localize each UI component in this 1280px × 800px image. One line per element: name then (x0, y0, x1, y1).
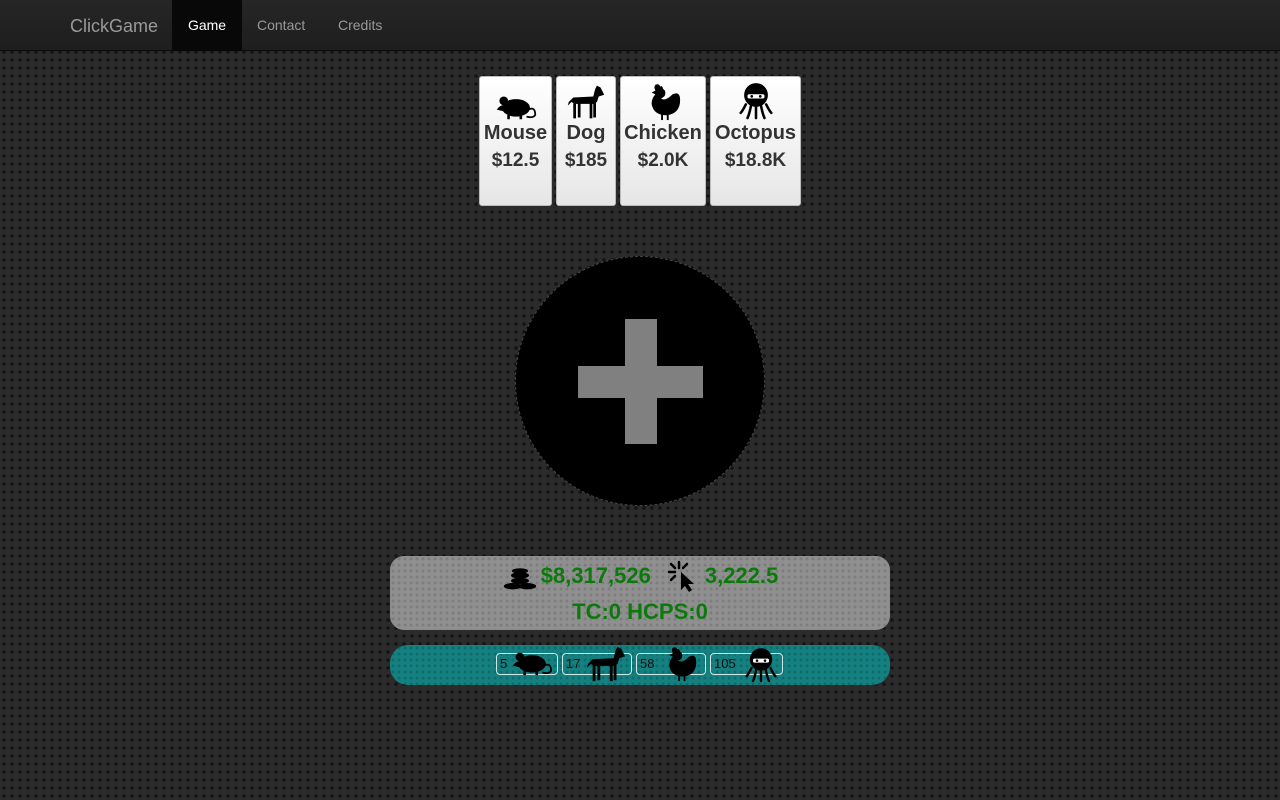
owned-dog: 17 (562, 653, 632, 675)
shop-item-price: $2.0K (637, 150, 689, 171)
nav-game[interactable]: Game (172, 0, 242, 51)
shop-item-price: $18.8K (724, 150, 787, 171)
shop-item-octopus[interactable]: Octopus $18.8K (710, 76, 801, 206)
brand-link[interactable]: ClickGame (70, 16, 158, 37)
click-cursor-icon (667, 560, 699, 592)
owned-count: 58 (640, 656, 655, 671)
owned-chicken: 58 (636, 653, 706, 675)
owned-count: 17 (566, 656, 581, 671)
shop-item-name: Octopus (714, 122, 797, 144)
shop-item-price: $12.5 (491, 150, 540, 171)
tc-hcps-text: TC:0 HCPS:0 (572, 599, 708, 624)
money-value: $8,317,526 (540, 563, 651, 588)
mouse-icon (480, 77, 551, 121)
nav-contact[interactable]: Contact (242, 0, 320, 51)
per-click-value: 3,222.5 (704, 563, 779, 588)
nav-credits[interactable]: Credits (323, 0, 397, 51)
owned-animals-bar: 5 17 58 105 (390, 645, 890, 685)
dog-icon (585, 644, 627, 684)
click-button[interactable] (515, 256, 765, 506)
shop-item-mouse[interactable]: Mouse $12.5 (479, 76, 552, 206)
shop-item-name: Chicken (624, 122, 702, 144)
navbar: ClickGame Game Contact Credits (0, 0, 1280, 51)
shop-item-dog[interactable]: Dog $185 (556, 76, 616, 206)
mouse-icon (511, 650, 553, 676)
plus-icon-vertical (625, 319, 657, 444)
octopus-icon (745, 645, 777, 685)
owned-octopus: 105 (710, 653, 783, 675)
coins-icon (502, 567, 538, 591)
shop-item-name: Mouse (483, 122, 548, 144)
owned-count: 105 (714, 656, 736, 671)
shop-item-price: $185 (564, 150, 608, 171)
shop-item-chicken[interactable]: Chicken $2.0K (620, 76, 706, 206)
owned-mouse: 5 (496, 653, 558, 675)
dog-icon (557, 77, 615, 121)
shop-item-name: Dog (566, 122, 606, 144)
octopus-icon (711, 77, 800, 121)
owned-count: 5 (500, 656, 508, 671)
stats-panel: $8,317,526 3,222.5 TC:0 HCPS:0 (390, 556, 890, 630)
chicken-icon (661, 646, 699, 682)
chicken-icon (621, 77, 705, 121)
